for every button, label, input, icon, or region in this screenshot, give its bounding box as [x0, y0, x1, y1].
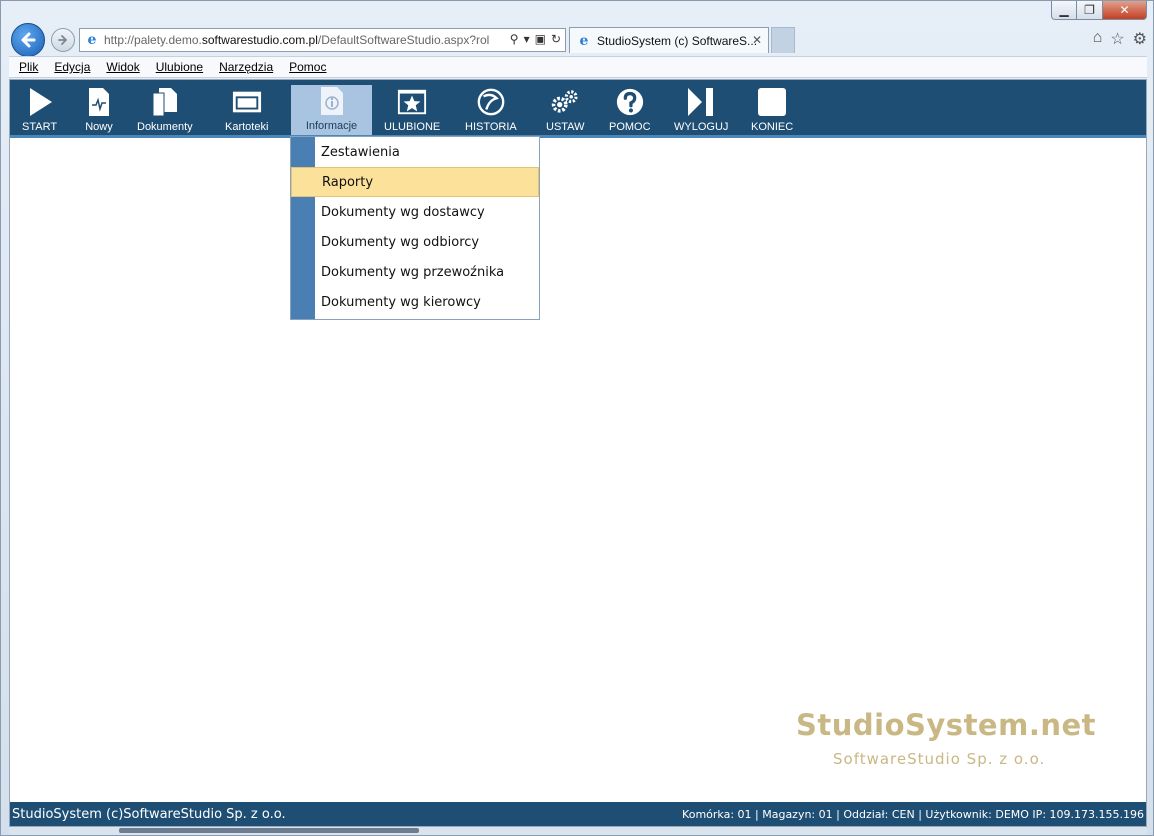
arrow-left-icon: [21, 32, 36, 48]
menu-ulubione[interactable]: Ulubione: [156, 60, 203, 74]
browser-window: ▁ ❐ ✕ e http://palety.demo.softwarestudi…: [0, 0, 1154, 836]
home-icon[interactable]: ⌂: [1093, 29, 1103, 49]
dropdown-item-odbiorcy[interactable]: Dokumenty wg odbiorcy: [291, 227, 539, 257]
browser-actions: ⌂ ☆ ⚙: [1093, 29, 1147, 49]
status-copyright: StudioSystem (c)SoftwareStudio Sp. z o.o…: [12, 806, 286, 822]
tab-close-icon[interactable]: ✕: [752, 33, 762, 47]
toolbar-informacje[interactable]: Informacje: [291, 85, 372, 135]
status-bar: StudioSystem (c)SoftwareStudio Sp. z o.o…: [10, 802, 1146, 826]
ie-icon: e: [87, 32, 97, 48]
history-icon: [476, 86, 506, 118]
logout-icon: [686, 86, 716, 118]
dropdown-item-przewoznika[interactable]: Dokumenty wg przewoźnika: [291, 257, 539, 287]
menu-bar: Plik Edycja Widok Ulubione Narzędzia Pom…: [9, 56, 1147, 78]
back-button[interactable]: [11, 23, 45, 57]
new-document-icon: [84, 86, 114, 118]
watermark-title: StudioSystem.net: [796, 708, 1097, 742]
ie-icon: e: [579, 32, 589, 49]
documents-icon: [150, 86, 180, 118]
star-icon: [397, 86, 427, 118]
settings-gear-icon[interactable]: ⚙: [1133, 29, 1147, 49]
new-tab-button[interactable]: [771, 27, 795, 53]
tab-title: StudioSystem (c) SoftwareS...: [597, 33, 758, 48]
refresh-icon[interactable]: ↻: [551, 32, 561, 46]
informacje-dropdown: Zestawienia Raporty Dokumenty wg dostawc…: [290, 136, 540, 320]
arrow-right-icon: [58, 35, 68, 45]
title-bar: ▁ ❐ ✕: [1, 1, 1153, 23]
window-controls: ▁ ❐ ✕: [1051, 1, 1147, 20]
toolbar-nowy[interactable]: Nowy: [84, 86, 114, 136]
menu-pomoc[interactable]: Pomoc: [289, 60, 326, 74]
menu-widok[interactable]: Widok: [106, 60, 139, 74]
address-actions: ⚲ ▾ ▣ ↻: [510, 32, 561, 46]
forward-button[interactable]: [51, 28, 75, 52]
menu-narzedzia[interactable]: Narzędzia: [219, 60, 273, 74]
maximize-button[interactable]: ❐: [1077, 1, 1103, 20]
dropdown-arrow-icon[interactable]: ▾: [524, 32, 530, 46]
compatibility-icon[interactable]: ▣: [535, 32, 546, 46]
menu-plik[interactable]: Plik: [19, 60, 38, 74]
navigation-row: e http://palety.demo.softwarestudio.com.…: [1, 23, 1153, 57]
minimize-button[interactable]: ▁: [1051, 1, 1077, 20]
menu-edycja[interactable]: Edycja: [54, 60, 90, 74]
toolbar-koniec[interactable]: KONIEC: [751, 86, 793, 136]
dropdown-item-dostawcy[interactable]: Dokumenty wg dostawcy: [291, 197, 539, 227]
dropdown-item-zestawienia[interactable]: Zestawienia: [291, 137, 539, 167]
toolbar-historia[interactable]: HISTORIA: [465, 86, 517, 136]
help-icon: [615, 86, 645, 118]
browser-tab[interactable]: e StudioSystem (c) SoftwareS... ✕: [569, 27, 769, 53]
toolbar-kartoteki[interactable]: Kartoteki: [225, 86, 268, 136]
close-button[interactable]: ✕: [1103, 1, 1147, 20]
play-icon: [25, 86, 55, 118]
toolbar-ulubione[interactable]: ULUBIONE: [384, 86, 440, 136]
toolbar-ustaw[interactable]: USTAW: [546, 86, 585, 136]
favorites-star-icon[interactable]: ☆: [1110, 29, 1124, 49]
info-icon: [317, 85, 347, 117]
toolbar-dokumenty[interactable]: Dokumenty: [137, 86, 193, 136]
page-viewport: START Nowy Dokumenty Kartoteki Informacj…: [9, 79, 1147, 827]
window-icon: [232, 86, 262, 118]
toolbar-wyloguj[interactable]: WYLOGUJ: [674, 86, 728, 136]
app-toolbar: START Nowy Dokumenty Kartoteki Informacj…: [10, 80, 1146, 138]
url-text[interactable]: http://palety.demo.softwarestudio.com.pl…: [104, 33, 494, 47]
horizontal-scrollbar[interactable]: [9, 827, 1147, 835]
address-bar[interactable]: e http://palety.demo.softwarestudio.com.…: [79, 28, 566, 52]
search-icon[interactable]: ⚲: [510, 32, 519, 46]
toolbar-start[interactable]: START: [22, 86, 57, 136]
dropdown-item-raporty[interactable]: Raporty: [291, 167, 539, 197]
dropdown-item-kierowcy[interactable]: Dokumenty wg kierowcy: [291, 287, 539, 317]
status-session-info: Komórka: 01 | Magazyn: 01 | Oddział: CEN…: [682, 807, 1144, 821]
stop-icon: [757, 86, 787, 118]
scrollbar-thumb[interactable]: [119, 828, 419, 833]
gears-icon: [550, 86, 580, 118]
watermark-subtitle: SoftwareStudio Sp. z o.o.: [833, 750, 1046, 768]
toolbar-pomoc[interactable]: POMOC: [609, 86, 651, 136]
